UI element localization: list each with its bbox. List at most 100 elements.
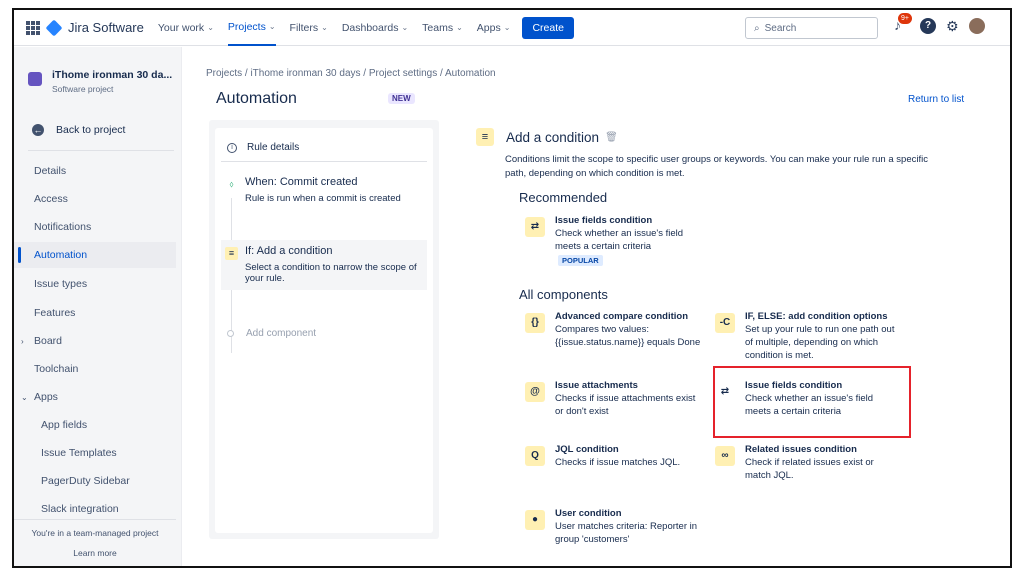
learn-more-link[interactable]: Learn more [14,548,176,558]
issue-attachments-condition[interactable]: @ Issue attachments Checks if issue atta… [525,380,705,418]
highlight-box [713,366,911,438]
trash-icon[interactable]: 🗑 [605,132,618,143]
nav-filters-label: Filters [289,21,319,34]
nav-dashboards-label: Dashboards [341,21,399,34]
component-description: Checks if issue matches JQL. [555,457,681,468]
all-components-heading: All components [519,287,608,302]
popular-badge: POPULAR [558,255,603,266]
page-title: Automation [216,90,297,107]
chevron-down-icon: ⌄ [207,23,214,32]
recommended-issue-fields-condition[interactable]: ⇄ Issue fields condition Check whether a… [525,215,705,266]
search-input[interactable]: ⌕ Search [745,17,878,39]
sidebar-item-toolchain[interactable]: Toolchain [14,356,176,382]
sidebar-item-details[interactable]: Details [14,158,176,184]
project-sidebar: iThome ironman 30 da... Software project… [14,47,182,566]
sidebar-item-issue-types[interactable]: Issue types [14,271,176,297]
chevron-down-icon: ⌄ [321,23,328,32]
component-description: User matches criteria: Reporter in group… [555,521,698,545]
search-icon: ⌕ [754,22,760,34]
project-avatar-icon [28,72,42,86]
sidebar-item-issue-templates[interactable]: Issue Templates [14,440,176,466]
chevron-down-icon: ⌄ [456,23,463,32]
link-icon: ∞ [715,446,735,466]
gear-icon[interactable]: ⚙ [946,18,959,35]
notifications-button[interactable]: ♪ 9+ [894,13,912,35]
sidebar-item-app-fields[interactable]: App fields [14,412,176,438]
sidebar-item-automation[interactable]: Automation [14,242,176,268]
chevron-down-icon: ⌄ [268,21,276,31]
component-title: Related issues condition [745,444,857,455]
jira-logo[interactable]: Jira Software [45,19,144,36]
nav-teams[interactable]: Teams ⌄ [422,22,463,34]
sidebar-item-features[interactable]: Features [14,300,176,326]
sidebar-item-notifications[interactable]: Notifications [14,214,176,240]
component-description: Check if related issues exist or match J… [745,457,874,481]
component-description: Check whether an issue's field meets a c… [555,228,684,252]
trigger-description: Rule is run when a commit is created [245,193,401,204]
trigger-title: When: Commit created [245,176,358,188]
nav-projects[interactable]: Projects ⌄ [227,10,276,46]
create-button[interactable]: Create [522,16,574,39]
recommended-heading: Recommended [519,190,608,205]
search-icon: Q [525,446,545,466]
nav-your-work[interactable]: Your work ⌄ [158,22,214,34]
component-description: Set up your rule to run one path out of … [745,324,895,361]
chevron-down-icon: ⌄ [21,392,28,402]
rule-steps: i Rule details ⬨ When: Commit created Rul… [215,128,433,533]
condition-description: Conditions limit the scope to specific u… [505,154,928,179]
sidebar-divider [28,150,174,151]
trigger-step[interactable]: ⬨ When: Commit created Rule is run when … [221,176,427,204]
related-issues-condition[interactable]: ∞ Related issues condition Check if rela… [715,444,895,482]
condition-step-description: Select a condition to narrow the scope o… [245,262,417,284]
notification-badge: 9+ [898,13,912,24]
team-managed-note: You're in a team-managed project [31,528,159,538]
advanced-compare-condition[interactable]: {} Advanced compare condition Compares t… [525,311,705,349]
curly-braces-icon: {} [525,313,545,333]
component-title: JQL condition [555,444,619,455]
nav-dashboards[interactable]: Dashboards ⌄ [342,22,408,34]
chevron-down-icon: ⌄ [503,23,511,32]
project-name: iThome ironman 30 da... [52,69,173,81]
component-description: Compares two values: {{issue.status.name… [555,324,701,348]
sidebar-footer: You're in a team-managed project Learn m… [14,519,176,558]
info-icon: i [227,142,237,153]
sidebar-item-access[interactable]: Access [14,186,176,212]
arrow-left-icon: ← [32,124,44,136]
paperclip-icon: @ [525,382,545,402]
component-title: User condition [555,508,622,519]
component-title: Advanced compare condition [555,311,689,322]
app-frame: Jira Software Your work ⌄ Projects ⌄ Filte… [12,8,1012,568]
sidebar-item-apps[interactable]: ⌄ Apps [14,384,176,410]
add-component-button[interactable]: Add component [227,328,316,339]
add-component-label: Add component [246,328,317,339]
user-condition[interactable]: ● User condition User matches criteria: … [525,508,705,546]
back-to-project-link[interactable]: ← Back to project [32,124,125,136]
top-right-actions: ♪ 9+ ? ⚙ [894,13,985,35]
back-label: Back to project [56,124,126,136]
search-placeholder: Search [764,22,797,34]
app-switcher-icon[interactable] [26,20,40,35]
nav-teams-label: Teams [422,21,454,34]
top-navigation: Jira Software Your work ⌄ Projects ⌄ Filte… [14,10,1010,46]
avatar[interactable] [968,18,985,34]
breadcrumb[interactable]: Projects / iThome ironman 30 days / Proj… [206,68,496,79]
if-else-condition[interactable]: -C IF, ELSE: add condition options Set u… [715,311,895,362]
sidebar-item-board[interactable]: › Board [14,328,176,354]
nav-filters[interactable]: Filters ⌄ [290,22,328,34]
commit-icon: ⬨ [225,178,238,191]
filter-icon: ≡ [225,247,238,260]
component-description: Checks if issue attachments exist or don… [555,393,696,417]
shuffle-icon: ⇄ [525,217,545,237]
condition-step[interactable]: ≡ If: Add a condition Select a condition… [221,240,427,290]
return-to-list-link[interactable]: Return to list [908,94,964,105]
nav-apps-label: Apps [476,21,501,34]
sidebar-item-pagerduty-sidebar[interactable]: PagerDuty Sidebar [14,468,176,494]
project-header[interactable]: iThome ironman 30 da... Software project [28,69,172,94]
new-badge: NEW [388,93,415,104]
nav-apps[interactable]: Apps ⌄ [477,22,511,34]
rule-details-item[interactable]: i Rule details [227,142,299,153]
component-title: Issue attachments [555,380,638,391]
chevron-right-icon: › [21,336,24,346]
jql-condition[interactable]: Q JQL condition Checks if issue matches … [525,444,705,469]
help-icon[interactable]: ? [920,18,936,34]
